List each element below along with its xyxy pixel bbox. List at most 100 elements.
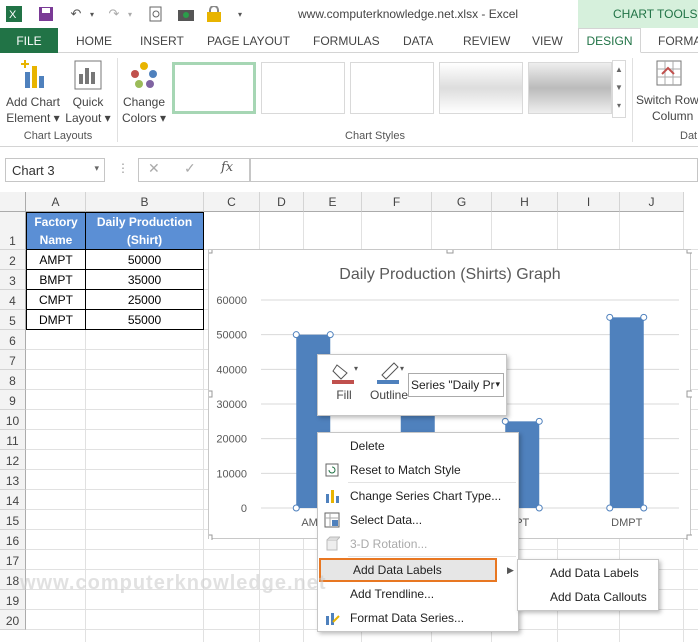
header-daily-production[interactable]: Daily Production (Shirt): [85, 212, 204, 250]
tab-view[interactable]: VIEW: [532, 28, 563, 53]
row-header-12[interactable]: 12: [0, 450, 26, 470]
selection-handle[interactable]: [292, 504, 300, 512]
chart-styles-scroll[interactable]: ▲ ▼ ▾: [612, 60, 626, 118]
chart-resize-handle[interactable]: [686, 534, 694, 542]
row-header-7[interactable]: 7: [0, 350, 26, 370]
row-header-2[interactable]: 2: [0, 250, 26, 270]
row-header-1[interactable]: 1: [0, 212, 26, 250]
chart-style-4[interactable]: [439, 62, 523, 114]
lock-icon[interactable]: [204, 4, 224, 24]
series-select[interactable]: Series "Daily Pr ▾: [408, 373, 504, 397]
column-header-i[interactable]: I: [558, 192, 620, 212]
selection-handle[interactable]: [606, 504, 614, 512]
chart-resize-handle[interactable]: [205, 390, 213, 398]
tab-data[interactable]: DATA: [403, 28, 433, 53]
production-value-cell[interactable]: 35000: [85, 269, 204, 290]
row-header-17[interactable]: 17: [0, 550, 26, 570]
tab-design[interactable]: DESIGN: [578, 28, 641, 53]
column-header-j[interactable]: J: [620, 192, 684, 212]
factory-name-cell[interactable]: DMPT: [26, 309, 86, 330]
tab-file[interactable]: FILE: [0, 28, 58, 53]
chart-resize-handle[interactable]: [686, 390, 694, 398]
row-header-6[interactable]: 6: [0, 330, 26, 350]
cancel-icon[interactable]: ✕: [148, 160, 160, 177]
menu-item-add-trendline[interactable]: Add Trendline...: [318, 582, 518, 606]
row-header-5[interactable]: 5: [0, 310, 26, 330]
tab-page-layout[interactable]: PAGE LAYOUT: [207, 28, 290, 53]
menu-item-select-data[interactable]: Select Data...: [318, 508, 518, 532]
tab-insert[interactable]: INSERT: [140, 28, 184, 53]
save-icon[interactable]: [36, 4, 56, 24]
selection-handle[interactable]: [640, 313, 648, 321]
selection-handle[interactable]: [535, 504, 543, 512]
select-all-corner[interactable]: [0, 192, 26, 212]
row-header-4[interactable]: 4: [0, 290, 26, 310]
undo-dropdown-icon[interactable]: ▾: [82, 4, 102, 24]
menu-item-add-data-labels[interactable]: Add Data Labels ▶: [319, 558, 514, 582]
row-header-9[interactable]: 9: [0, 390, 26, 410]
camera-icon[interactable]: [176, 4, 196, 24]
row-header-10[interactable]: 10: [0, 410, 26, 430]
column-header-g[interactable]: G: [432, 192, 492, 212]
print-preview-icon[interactable]: [146, 4, 166, 24]
selection-handle[interactable]: [606, 313, 614, 321]
chart-style-1[interactable]: [172, 62, 256, 114]
selection-handle[interactable]: [292, 331, 300, 339]
insert-function-icon[interactable]: fx: [221, 160, 233, 175]
chart-resize-handle[interactable]: [205, 246, 213, 254]
fill-button[interactable]: ▾ Fill: [328, 361, 360, 411]
customize-icon[interactable]: ▾: [230, 4, 250, 24]
row-header-8[interactable]: 8: [0, 370, 26, 390]
formula-input[interactable]: [250, 158, 698, 182]
submenu-add-data-labels[interactable]: Add Data Labels: [518, 561, 658, 585]
name-box[interactable]: Chart 3 ▾: [5, 158, 105, 182]
column-header-h[interactable]: H: [492, 192, 558, 212]
column-header-e[interactable]: E: [304, 192, 362, 212]
row-header-14[interactable]: 14: [0, 490, 26, 510]
chart-style-5[interactable]: [528, 62, 612, 114]
menu-item-reset-to-match-style[interactable]: Reset to Match Style: [318, 458, 518, 482]
chart-style-2[interactable]: [261, 62, 345, 114]
row-header-13[interactable]: 13: [0, 470, 26, 490]
selection-handle[interactable]: [640, 504, 648, 512]
menu-item-delete[interactable]: Delete: [318, 434, 518, 458]
factory-name-cell[interactable]: BMPT: [26, 269, 86, 290]
production-value-cell[interactable]: 25000: [85, 289, 204, 310]
redo-dropdown-icon[interactable]: ▾: [120, 4, 140, 24]
row-header-3[interactable]: 3: [0, 270, 26, 290]
selection-handle[interactable]: [501, 417, 509, 425]
tab-format[interactable]: FORMA: [658, 28, 698, 53]
production-value-cell[interactable]: 55000: [85, 309, 204, 330]
excel-icon[interactable]: X: [4, 4, 24, 24]
outline-button[interactable]: ▾ Outline: [366, 361, 412, 411]
column-header-b[interactable]: B: [86, 192, 204, 212]
bar-dmpt[interactable]: [609, 317, 644, 508]
tab-review[interactable]: REVIEW: [463, 28, 510, 53]
chart-resize-handle[interactable]: [205, 534, 213, 542]
column-header-a[interactable]: A: [26, 192, 86, 212]
quick-layout-button[interactable]: Quick Layout ▾: [64, 60, 112, 126]
enter-icon[interactable]: ✓: [184, 160, 196, 177]
submenu-add-data-callouts[interactable]: Add Data Callouts: [518, 585, 658, 609]
menu-item-format-data-series[interactable]: Format Data Series...: [318, 606, 518, 630]
menu-item-change-series-chart-type[interactable]: Change Series Chart Type...: [318, 484, 518, 508]
tab-home[interactable]: HOME: [76, 28, 112, 53]
selection-handle[interactable]: [535, 417, 543, 425]
chart-style-3[interactable]: [350, 62, 434, 114]
row-header-20[interactable]: 20: [0, 610, 26, 630]
production-value-cell[interactable]: 50000: [85, 249, 204, 270]
header-factory-name[interactable]: Factory Name: [26, 212, 86, 250]
tab-formulas[interactable]: FORMULAS: [313, 28, 380, 53]
row-header-11[interactable]: 11: [0, 430, 26, 450]
selection-handle[interactable]: [326, 331, 334, 339]
column-header-f[interactable]: F: [362, 192, 432, 212]
name-box-dropdown-icon[interactable]: ▾: [94, 163, 99, 174]
row-header-15[interactable]: 15: [0, 510, 26, 530]
column-header-d[interactable]: D: [260, 192, 304, 212]
chart-title[interactable]: Daily Production (Shirts) Graph: [339, 266, 560, 283]
chart-resize-handle[interactable]: [686, 246, 694, 254]
change-colors-button[interactable]: Change Colors ▾: [120, 60, 168, 126]
factory-name-cell[interactable]: CMPT: [26, 289, 86, 310]
switch-row-column-button[interactable]: Switch Row Column: [636, 60, 698, 124]
row-header-16[interactable]: 16: [0, 530, 26, 550]
